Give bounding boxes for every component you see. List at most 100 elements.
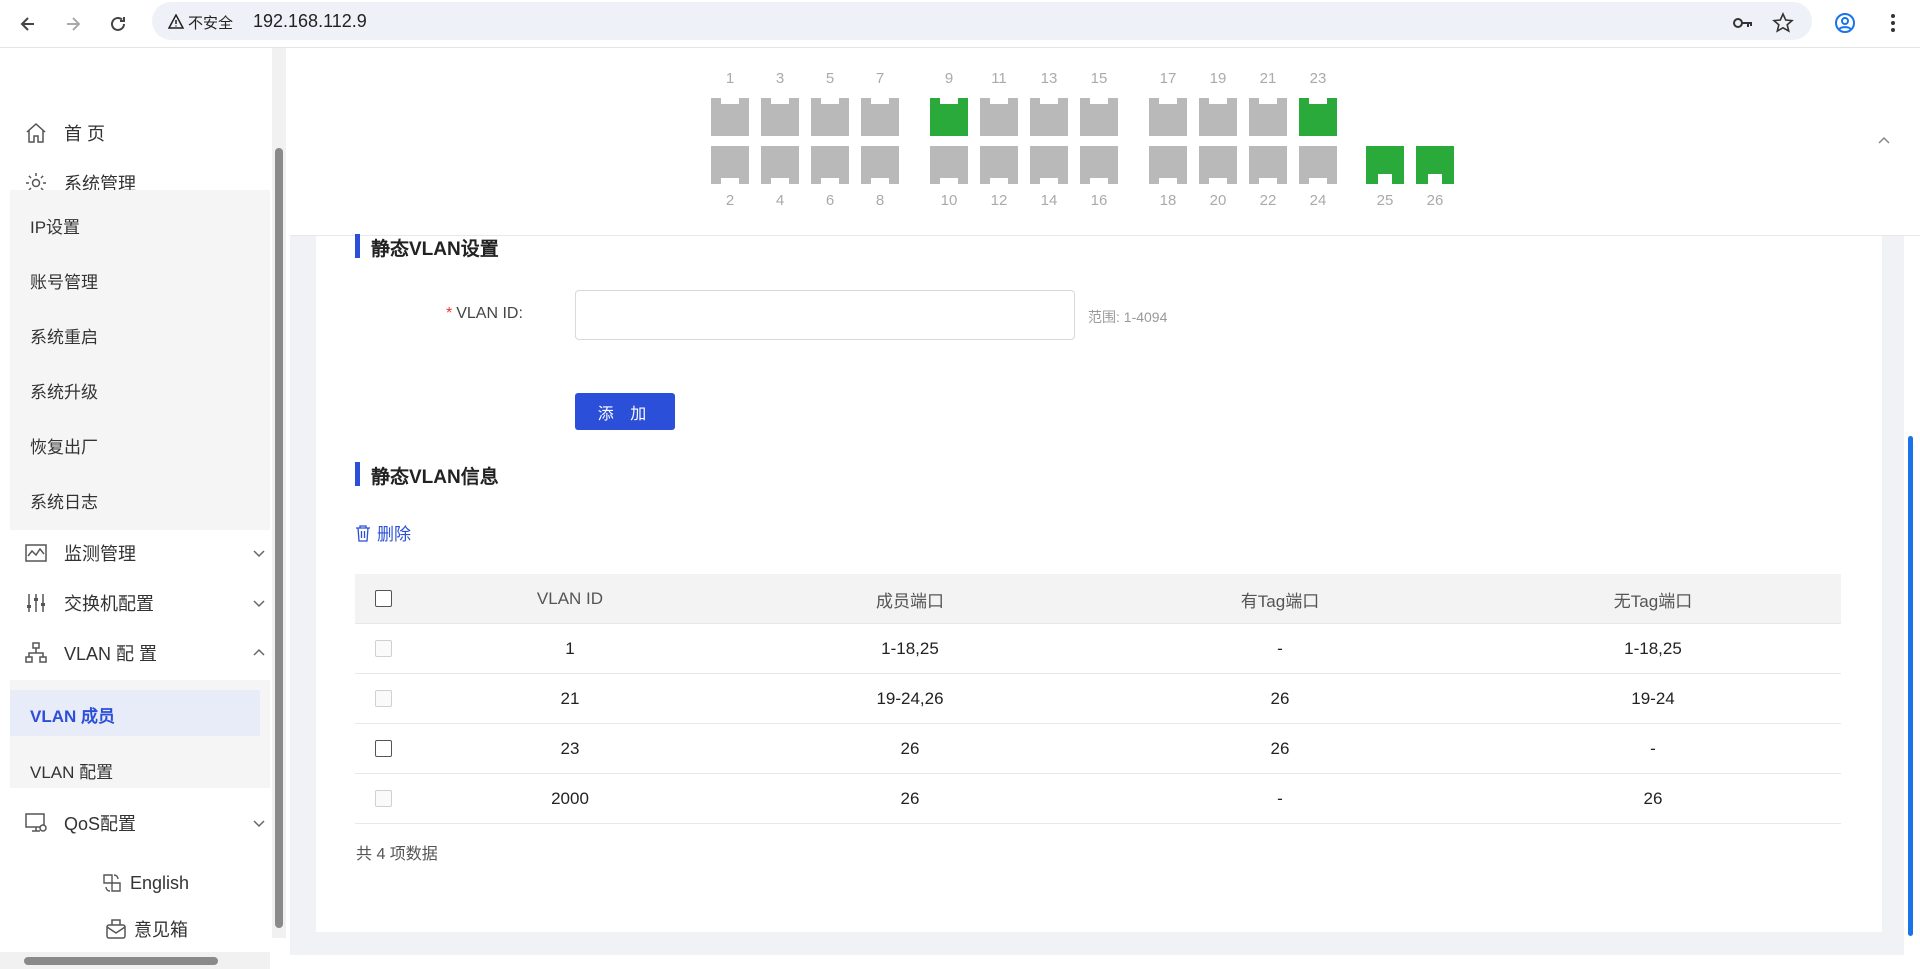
- port-20[interactable]: [1199, 146, 1237, 184]
- menu-home[interactable]: 首 页: [24, 113, 105, 153]
- column-header-vlan-id: VLAN ID: [536, 589, 604, 608]
- port-number-label: 19: [1209, 70, 1227, 87]
- port-number-label: 20: [1209, 192, 1227, 209]
- sfp-port-26[interactable]: [1416, 146, 1454, 184]
- vlan-id-input[interactable]: [575, 290, 1075, 340]
- port-number-label: 16: [1090, 192, 1108, 209]
- sidebar-item-vlan-member[interactable]: VLAN 成员: [30, 702, 115, 727]
- sidebar-item-upgrade[interactable]: 系统升级: [30, 378, 98, 403]
- feedback-link[interactable]: 意见箱: [104, 916, 188, 942]
- column-header-untagged: 无Tag端口: [1613, 591, 1693, 611]
- home-icon: [26, 122, 46, 143]
- port-23[interactable]: [1299, 98, 1337, 136]
- key-icon[interactable]: [1726, 6, 1760, 40]
- port-number-label: 13: [1040, 70, 1058, 87]
- port-number-label: 4: [775, 192, 785, 209]
- forward-icon[interactable]: [55, 6, 91, 42]
- port-number-label: 14: [1040, 192, 1058, 209]
- menu-vlan-config[interactable]: VLAN 配 置: [24, 633, 157, 673]
- language-switch[interactable]: English: [100, 871, 189, 895]
- total-count: 共 4 项数据: [356, 846, 438, 863]
- sidebar-item-account[interactable]: 账号管理: [30, 268, 98, 293]
- port-16[interactable]: [1080, 146, 1118, 184]
- address-bar[interactable]: [152, 2, 1812, 40]
- port-9[interactable]: [930, 98, 968, 136]
- port-5[interactable]: [811, 98, 849, 136]
- port-number-label: 17: [1159, 70, 1177, 87]
- port-24[interactable]: [1299, 146, 1337, 184]
- port-6[interactable]: [811, 146, 849, 184]
- port-number-label: 1: [725, 70, 735, 87]
- sidebar-vertical-scrollbar[interactable]: [272, 48, 286, 938]
- port-10[interactable]: [930, 146, 968, 184]
- sidebar-item-reboot[interactable]: 系统重启: [30, 323, 98, 348]
- sidebar-item-vlan-config[interactable]: VLAN 配置: [30, 758, 113, 783]
- port-14[interactable]: [1030, 146, 1068, 184]
- chevron-down-icon[interactable]: [252, 546, 266, 560]
- chevron-down-icon[interactable]: [252, 596, 266, 610]
- port-number-label: 9: [944, 70, 954, 87]
- security-label: 不安全: [188, 14, 234, 32]
- port-8[interactable]: [861, 146, 899, 184]
- row-checkbox[interactable]: [375, 740, 392, 757]
- sidebar-item-factory-reset[interactable]: 恢复出厂: [30, 433, 98, 458]
- port-13[interactable]: [1030, 98, 1068, 136]
- cell-vlan-id: 21: [560, 689, 580, 708]
- cell-untagged: 26: [1643, 789, 1663, 808]
- port-21[interactable]: [1249, 98, 1287, 136]
- column-header-member: 成员端口: [876, 591, 944, 611]
- vlan-settings-title: 静态VLAN设置: [355, 234, 499, 261]
- port-17[interactable]: [1149, 98, 1187, 136]
- menu-monitor-mgmt[interactable]: 监测管理: [24, 533, 136, 573]
- sidebar-horizontal-scrollbar[interactable]: [0, 952, 270, 969]
- port-11[interactable]: [980, 98, 1018, 136]
- port-12[interactable]: [980, 146, 1018, 184]
- star-icon[interactable]: [1766, 6, 1800, 40]
- vlan-id-label-text: VLAN ID:: [456, 305, 523, 322]
- collapse-arrow-icon[interactable]: [1876, 132, 1892, 148]
- port-18[interactable]: [1149, 146, 1187, 184]
- cell-untagged: -: [1650, 739, 1656, 758]
- menu-icon[interactable]: [1876, 6, 1910, 40]
- main-vertical-scrollbar[interactable]: [1904, 236, 1920, 969]
- main-horizontal-scrollbar[interactable]: [290, 955, 1904, 969]
- port-19[interactable]: [1199, 98, 1237, 136]
- table-row: 2000 26 - 26: [355, 774, 1841, 824]
- port-4[interactable]: [761, 146, 799, 184]
- port-number-label: 7: [875, 70, 885, 87]
- port-number-label: 15: [1090, 70, 1108, 87]
- menu-switch-config[interactable]: 交换机配置: [24, 583, 154, 623]
- cell-member: 26: [900, 789, 920, 808]
- menu-monitor-mgmt-label: 监测管理: [64, 544, 136, 564]
- chevron-down-icon[interactable]: [252, 816, 266, 830]
- sidebar-item-ip[interactable]: IP设置: [30, 213, 80, 238]
- back-icon[interactable]: [10, 6, 46, 42]
- sidebar-item-syslog[interactable]: 系统日志: [30, 488, 98, 513]
- warning-icon: [168, 14, 184, 29]
- cell-untagged: 19-24: [1631, 689, 1675, 708]
- table-header: VLAN ID 成员端口 有Tag端口 无Tag端口: [355, 574, 1841, 624]
- delete-button[interactable]: 删除: [355, 520, 411, 545]
- sfp-port-25[interactable]: [1366, 146, 1404, 184]
- port-15[interactable]: [1080, 98, 1118, 136]
- add-button[interactable]: 添 加: [575, 393, 675, 430]
- url-text[interactable]: 192.168.112.9: [253, 9, 367, 33]
- port-1[interactable]: [711, 98, 749, 136]
- profile-icon[interactable]: [1828, 6, 1862, 40]
- port-number-label: 25: [1376, 192, 1394, 209]
- port-22[interactable]: [1249, 146, 1287, 184]
- table-row: 23 26 26 -: [355, 724, 1841, 774]
- menu-qos-config[interactable]: QoS配置: [24, 803, 136, 843]
- delete-label: 删除: [377, 525, 411, 544]
- feedback-box-icon: [106, 919, 126, 939]
- cell-vlan-id: 1: [565, 639, 575, 658]
- port-7[interactable]: [861, 98, 899, 136]
- port-3[interactable]: [761, 98, 799, 136]
- cell-tagged: 26: [1270, 689, 1290, 708]
- select-all-checkbox[interactable]: [375, 590, 392, 607]
- chevron-up-icon[interactable]: [252, 646, 266, 660]
- reload-icon[interactable]: [100, 6, 136, 42]
- security-indicator[interactable]: 不安全: [162, 9, 239, 35]
- column-header-tagged: 有Tag端口: [1240, 591, 1320, 611]
- port-2[interactable]: [711, 146, 749, 184]
